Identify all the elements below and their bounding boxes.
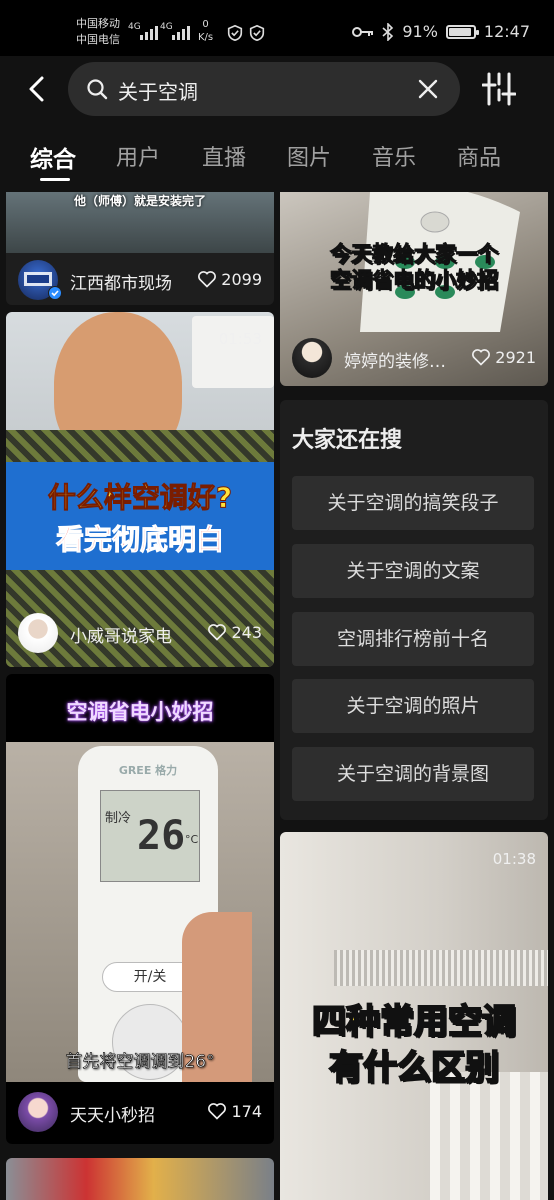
signal-bars-1-icon	[140, 26, 158, 40]
search-query-text[interactable]: 关于空调	[118, 76, 198, 105]
network-type-2: 4G	[160, 22, 173, 32]
heart-icon	[208, 624, 227, 641]
tab-music[interactable]: 音乐	[372, 140, 416, 172]
author-name[interactable]: 婷婷的装修…	[344, 347, 446, 372]
wall-ac-unit	[192, 316, 274, 388]
clock: 12:47	[483, 22, 530, 41]
active-tab-indicator	[40, 178, 70, 181]
video-card-four-types[interactable]: 01:38 四种常用空调 有什么区别	[280, 832, 548, 1200]
author-name[interactable]: 天天小秒招	[70, 1101, 155, 1126]
card-footer: 天天小秒招 174	[6, 1088, 274, 1136]
video-subtitle: 首先将空调调到26°	[65, 1052, 215, 1073]
tab-live[interactable]: 直播	[202, 140, 246, 172]
carrier-1: 中国移动	[76, 17, 120, 30]
video-title-line1: 四种常用空调	[311, 1001, 517, 1043]
shield-check-icon	[227, 24, 243, 42]
suggestion-chip[interactable]: 关于空调的文案	[292, 544, 534, 598]
video-card-energy-saving[interactable]: 今天教给大家一个 空调省电的小妙招 婷婷的装修… 2921	[280, 192, 548, 386]
curtain	[430, 1072, 548, 1200]
suggestion-chip[interactable]: 关于空调的搞笑段子	[292, 476, 534, 530]
heart-icon	[198, 271, 217, 288]
battery-icon	[445, 24, 479, 39]
status-right: 91% 12:47	[352, 22, 530, 41]
status-bar: 中国移动 中国电信 4G 4G 0 K/s 91% 12:47	[0, 0, 554, 56]
net-speed: 0 K/s	[198, 19, 214, 43]
avatar[interactable]	[292, 338, 332, 378]
video-frame: GREE 格力 制冷 26 °C 开/关 首先将空调调到26°	[6, 742, 274, 1082]
card-footer: 江西都市现场 2099	[6, 256, 274, 304]
video-caption: 他（师傅）就是安装完了	[73, 194, 206, 208]
like-count[interactable]: 2921	[471, 347, 536, 367]
remote-lcd: 制冷 26 °C	[100, 790, 200, 882]
like-count[interactable]: 174	[207, 1101, 262, 1121]
search-icon	[87, 79, 108, 100]
video-thumbnail: 他（师傅）就是安装完了	[6, 192, 274, 253]
carrier-2: 中国电信	[76, 33, 120, 46]
tab-comprehensive[interactable]: 综合	[30, 140, 76, 174]
close-icon[interactable]	[418, 79, 438, 99]
video-card-jiangxi[interactable]: 他（师傅）就是安装完了 江西都市现场 2099	[6, 192, 274, 305]
search-header: 关于空调	[0, 56, 554, 136]
video-title-line2: 看完彻底明白	[55, 523, 224, 557]
card-footer: 婷婷的装修… 2921	[280, 334, 548, 382]
tab-products[interactable]: 商品	[457, 140, 501, 172]
shield-check-icon-2	[249, 24, 265, 42]
ceiling-vent	[334, 950, 548, 986]
tab-users[interactable]: 用户	[116, 140, 160, 172]
video-thumbnail: 01:38 四种常用空调 有什么区别	[280, 832, 548, 1200]
author-name[interactable]: 小威哥说家电	[70, 622, 172, 647]
search-input[interactable]: 关于空调	[68, 62, 460, 116]
also-searching-title: 大家还在搜	[292, 428, 403, 453]
heart-icon	[472, 349, 491, 366]
suggestion-chip[interactable]: 关于空调的背景图	[292, 747, 534, 801]
video-banner-title: 空调省电小妙招	[66, 700, 214, 724]
key-icon	[352, 26, 374, 37]
title-banner: 什么样空调好? 看完彻底明白	[6, 462, 274, 570]
video-duration: 01:53	[218, 330, 262, 348]
suggestion-chip[interactable]: 关于空调的照片	[292, 679, 534, 733]
suggestion-chip[interactable]: 空调排行榜前十名	[292, 612, 534, 666]
like-count[interactable]: 243	[207, 622, 262, 642]
like-count[interactable]: 2099	[197, 269, 262, 289]
video-title-line1: 什么样空调好?	[47, 481, 233, 515]
avatar[interactable]	[18, 1092, 58, 1132]
video-card-which-ac[interactable]: 01:53 什么样空调好? 看完彻底明白 小威哥说家电 243	[6, 312, 274, 667]
video-thumbnail: 空调省电小妙招 GREE 格力 制冷 26 °C 开/关 首先将空调调到26°	[6, 674, 274, 1144]
battery-percent: 91%	[402, 22, 438, 41]
avatar[interactable]	[18, 613, 58, 653]
verified-badge-icon	[48, 286, 62, 300]
card-footer: 小威哥说家电 243	[6, 609, 274, 657]
carrier-labels: 中国移动 中国电信	[76, 16, 120, 48]
bluetooth-icon	[382, 22, 394, 41]
category-tabs: 综合 用户 直播 图片 音乐 商品	[0, 132, 554, 190]
also-searching-panel: 大家还在搜 关于空调的搞笑段子 关于空调的文案 空调排行榜前十名 关于空调的照片…	[280, 400, 548, 820]
video-duration: 01:38	[492, 850, 536, 868]
video-card-energy-tips[interactable]: 空调省电小妙招 GREE 格力 制冷 26 °C 开/关 首先将空调调到26°	[6, 674, 274, 1144]
signal-bars-2-icon	[172, 26, 190, 40]
back-arrow-icon[interactable]	[22, 74, 52, 104]
remote-brand: GREE 格力	[118, 764, 178, 777]
video-title-line2: 有什么区别	[328, 1047, 500, 1089]
tab-images[interactable]: 图片	[287, 140, 331, 172]
heart-icon	[208, 1103, 227, 1120]
video-title-line2: 空调省电的小妙招	[330, 268, 499, 293]
author-name[interactable]: 江西都市现场	[70, 269, 172, 294]
video-card-peek[interactable]	[6, 1158, 274, 1200]
results-feed[interactable]: 他（师傅）就是安装完了 江西都市现场 2099 今天教给大家一个 空调省电的小妙…	[0, 192, 554, 1200]
network-type-1: 4G	[128, 22, 141, 32]
filter-sliders-icon[interactable]	[482, 72, 516, 106]
